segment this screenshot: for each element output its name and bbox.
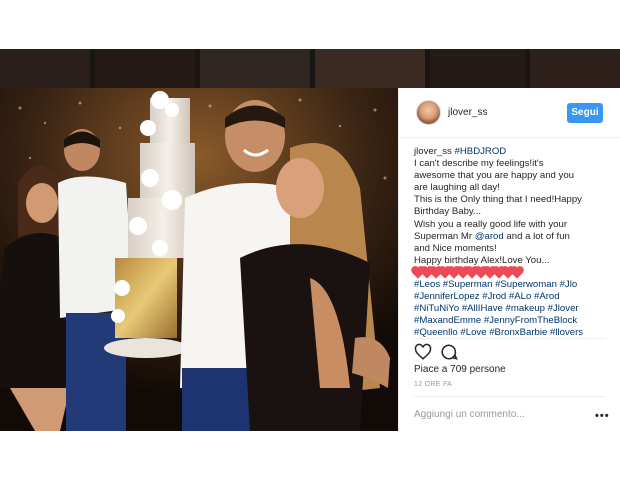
caption-line: Birthday Baby... [414,206,482,218]
hashtag-line[interactable]: #JenniferLopez #Jrod #ALo #Arod [414,291,614,303]
speech-bubble-icon[interactable] [440,343,458,361]
post-username[interactable]: jlover_ss [448,107,487,118]
party-photo-illustration [0,88,398,431]
caption-line: This is the Only thing that I need!Happy [414,194,582,206]
divider [414,338,606,339]
caption-username[interactable]: jlover_ss [414,146,452,157]
post-photo[interactable] [0,88,398,431]
likes-count[interactable]: Piace a 709 persone [414,364,506,375]
hashtag-line[interactable]: #MaxandEmme #JennyFromTheBlock [414,315,614,327]
instagram-post-modal: jlover_ss Segui jlover_ss #HBDJROD I can… [0,0,620,481]
ellipsis-icon[interactable]: ••• [595,410,610,422]
caption-text: and a lot of fun [503,230,570,242]
heart-outline-icon[interactable] [414,343,432,361]
caption-text: Superman Mr [414,230,475,242]
caption-line: are laughing all day! [414,182,500,194]
background-feed-strip [0,49,620,88]
post-side-panel: jlover_ss Segui jlover_ss #HBDJROD I can… [398,88,620,431]
avatar[interactable] [416,100,441,125]
hashtag-line[interactable]: #Leos #Superman #Superwoman #Jlo [414,279,614,291]
caption-line: Wish you a really good life with your [414,218,568,230]
caption-line-mention: Superman Mr @arod and a lot of fun [414,231,614,243]
post-header: jlover_ss Segui [399,88,620,138]
divider [414,396,606,397]
heart-emoji-row [412,267,614,279]
post-timestamp: 12 ORE FA [414,381,453,388]
heart-emoji-icon [511,267,523,279]
follow-button[interactable]: Segui [567,103,603,123]
caption-hashtag[interactable]: #HBDJROD [455,146,507,157]
caption-line-1: jlover_ss #HBDJROD [414,146,614,158]
caption-line: awesome that you are happy and you [414,170,575,182]
caption-line: and Nice moments! [414,242,497,254]
post-caption: jlover_ss #HBDJROD I can't describe my f… [412,146,614,339]
hashtag-line[interactable]: #NiTuNiYo #AllIHave #makeup #Jlover [414,303,614,315]
caption-line: I can't describe my feelings!it's [414,158,544,170]
mention-link[interactable]: @arod [475,231,504,242]
comment-input[interactable]: Aggiungi un commento... [414,409,525,420]
